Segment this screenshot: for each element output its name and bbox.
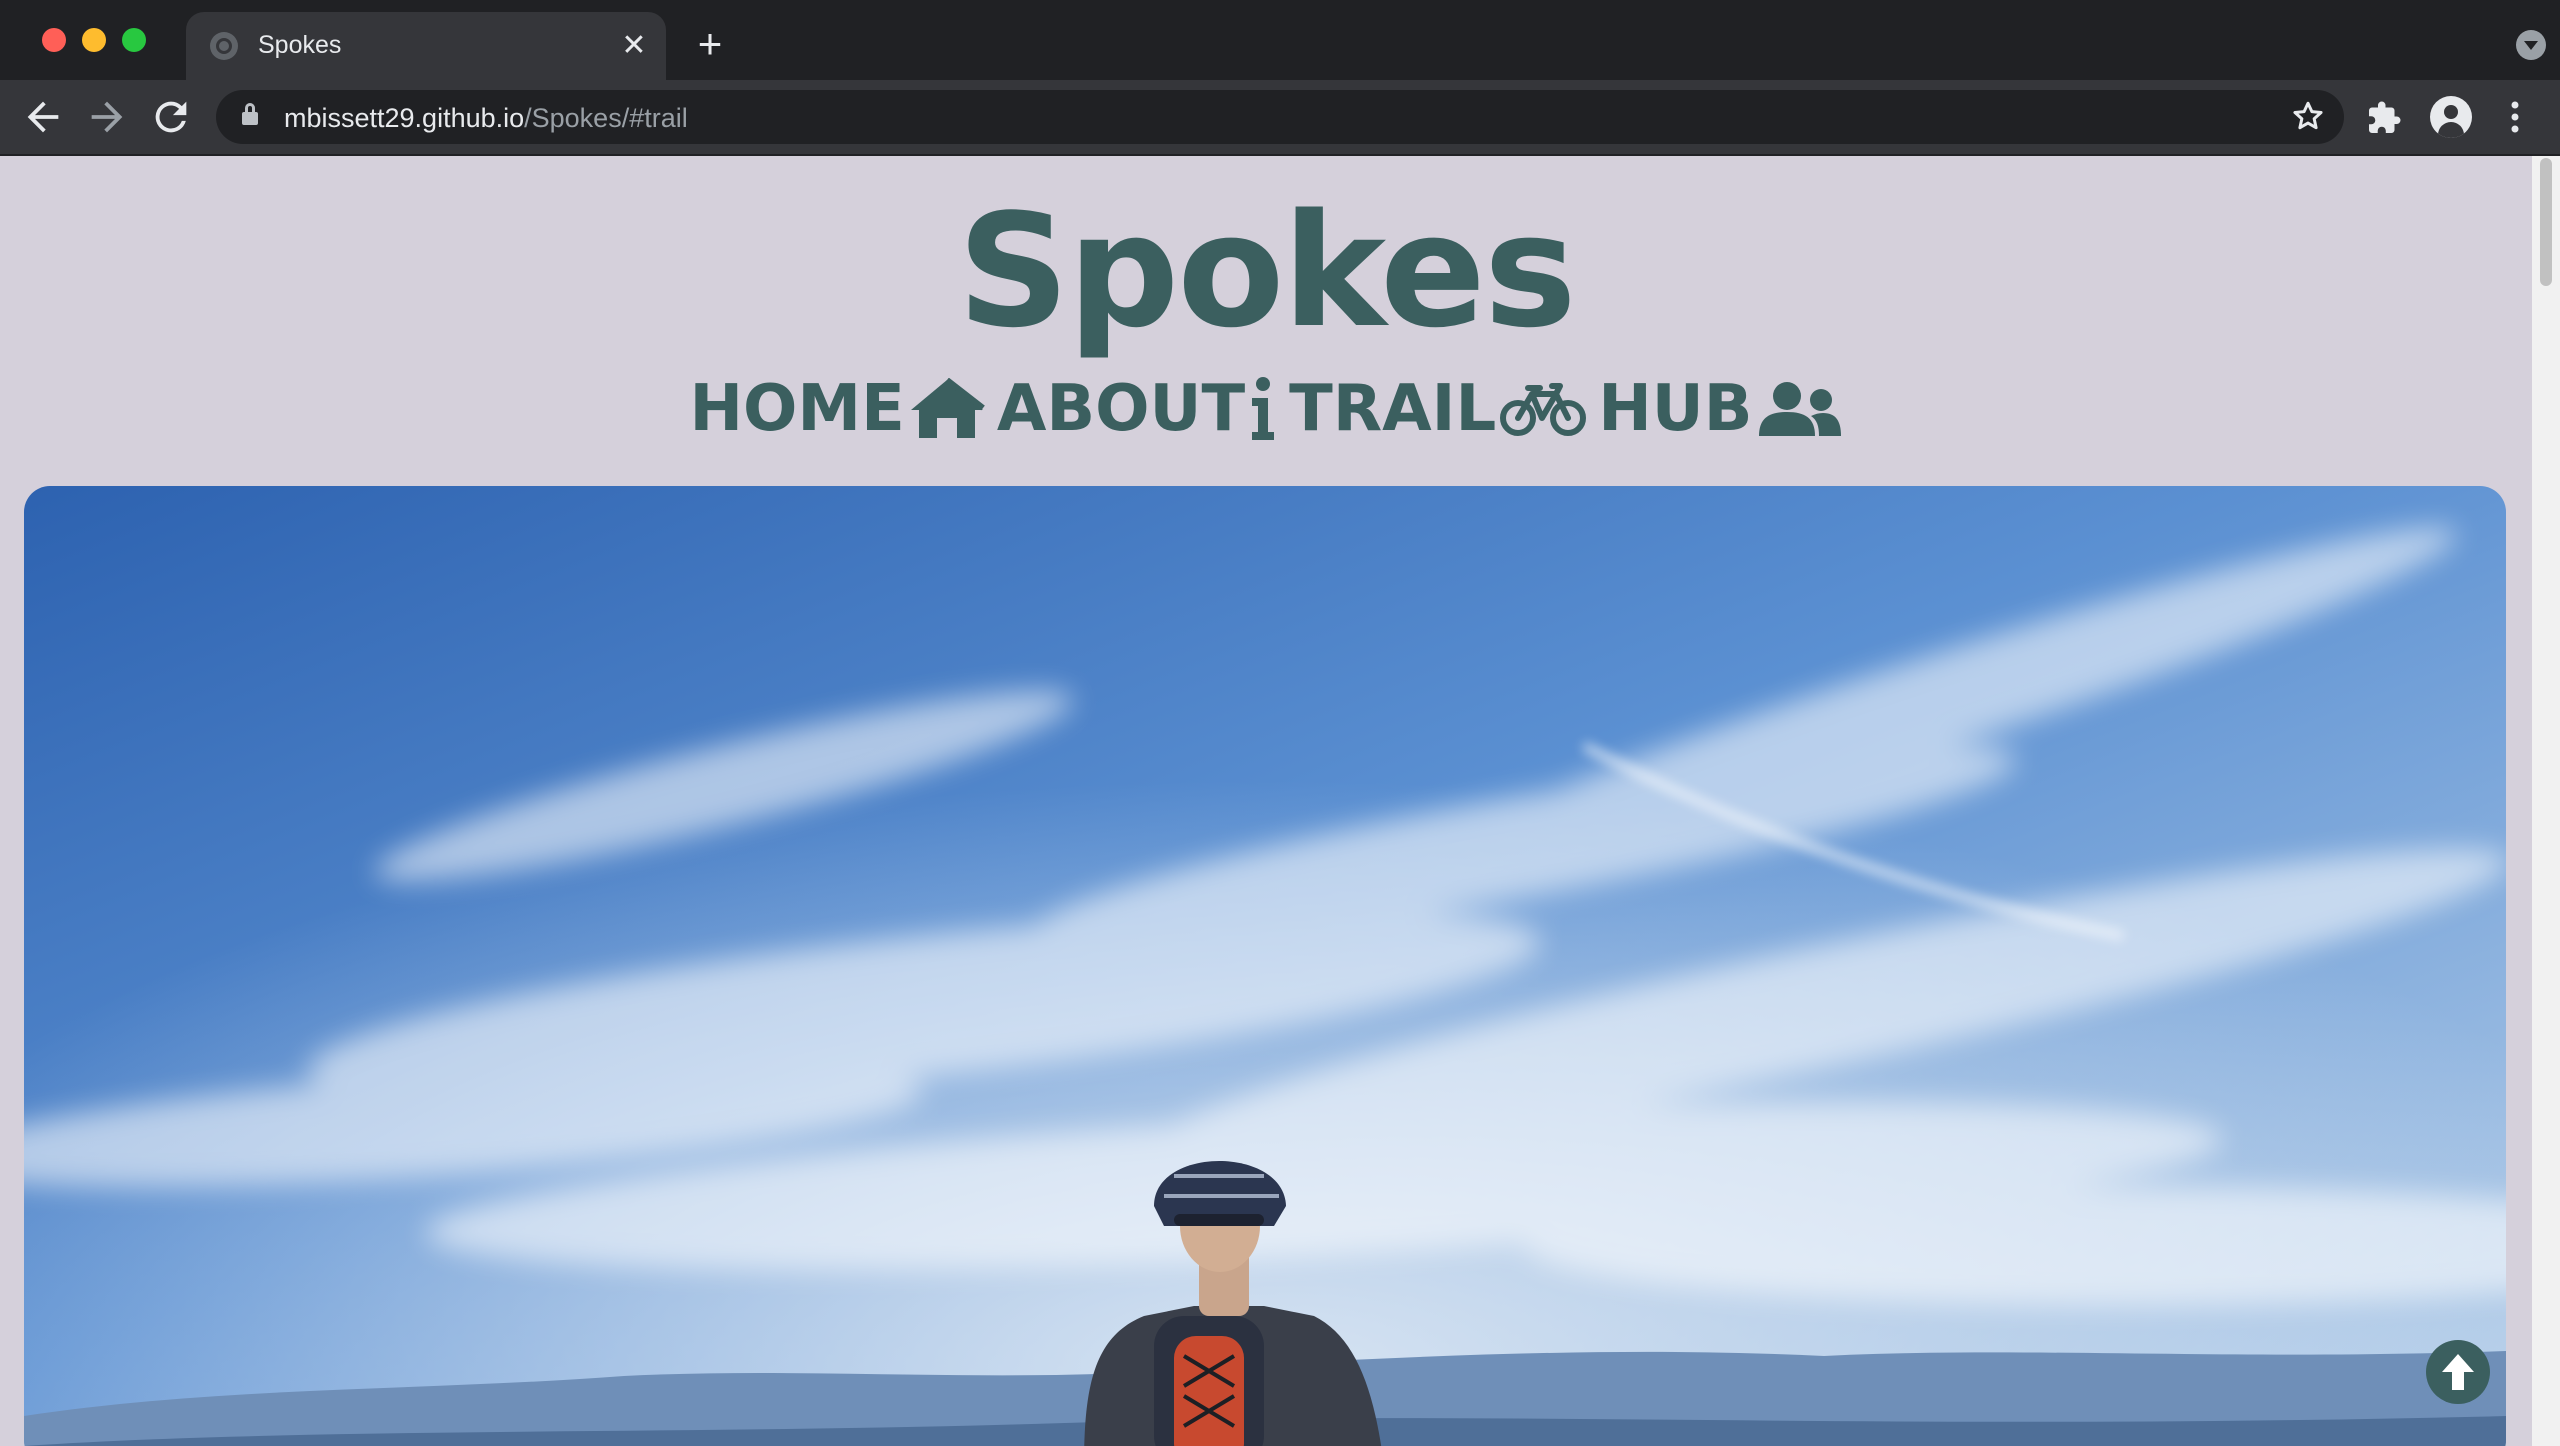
page-scrollbar[interactable] bbox=[2532, 156, 2560, 1446]
url-path: /Spokes/#trail bbox=[524, 103, 688, 133]
house-icon bbox=[910, 378, 985, 438]
forward-button[interactable] bbox=[84, 94, 130, 140]
nav-hub[interactable]: HUB bbox=[1598, 372, 1842, 446]
tab-title: Spokes bbox=[258, 31, 342, 59]
nav-trail[interactable]: TRAIL bbox=[1289, 372, 1587, 446]
scrollbar-thumb[interactable] bbox=[2540, 158, 2552, 286]
star-icon[interactable] bbox=[2290, 98, 2326, 141]
globe-icon bbox=[210, 32, 238, 60]
nav-about[interactable]: ABOUT bbox=[997, 372, 1277, 446]
minimize-window-button[interactable] bbox=[82, 28, 106, 52]
nav-about-label: ABOUT bbox=[996, 372, 1246, 446]
site-title: Spokes bbox=[957, 180, 1576, 362]
browser-tab-bar: Spokes ✕ + bbox=[0, 0, 2560, 80]
maximize-window-button[interactable] bbox=[122, 28, 146, 52]
reload-button[interactable] bbox=[148, 94, 194, 140]
new-tab-button[interactable]: + bbox=[690, 23, 730, 65]
nav-trail-label: TRAIL bbox=[1289, 372, 1497, 446]
hero-image bbox=[24, 486, 2506, 1446]
url-host: mbissett29.github.io bbox=[284, 103, 525, 133]
profile-icon[interactable] bbox=[2430, 96, 2472, 138]
lock-icon[interactable] bbox=[242, 103, 258, 125]
menu-icon[interactable] bbox=[2502, 96, 2528, 138]
nav-home[interactable]: HOME bbox=[689, 372, 985, 446]
browser-tab[interactable]: Spokes ✕ bbox=[186, 12, 666, 80]
nav-hub-label: HUB bbox=[1598, 372, 1753, 446]
address-bar[interactable]: mbissett29.github.io/Spokes/#trail bbox=[216, 90, 2344, 144]
browser-toolbar: mbissett29.github.io/Spokes/#trail bbox=[0, 80, 2560, 156]
back-button[interactable] bbox=[20, 94, 66, 140]
close-window-button[interactable] bbox=[42, 28, 66, 52]
info-icon bbox=[1252, 377, 1275, 440]
url-text[interactable]: mbissett29.github.io/Spokes/#trail bbox=[284, 103, 688, 134]
back-arrow-icon bbox=[27, 101, 59, 133]
tab-close-button[interactable]: ✕ bbox=[616, 28, 652, 64]
users-icon bbox=[1758, 382, 1841, 436]
bicycle-icon bbox=[1500, 383, 1587, 436]
back-to-top-button[interactable] bbox=[2426, 1340, 2490, 1404]
nav-home-label: HOME bbox=[689, 372, 905, 446]
page-viewport: Spokes HOME ABOUT TRAIL HUB bbox=[0, 156, 2532, 1446]
arrow-up-circle-icon bbox=[2442, 1354, 2474, 1390]
main-nav: HOME ABOUT TRAIL HUB bbox=[0, 364, 2532, 454]
reload-icon bbox=[155, 101, 187, 133]
extensions-icon[interactable] bbox=[2366, 100, 2402, 136]
tab-search-button[interactable] bbox=[2516, 30, 2546, 60]
forward-arrow-icon bbox=[91, 101, 123, 133]
